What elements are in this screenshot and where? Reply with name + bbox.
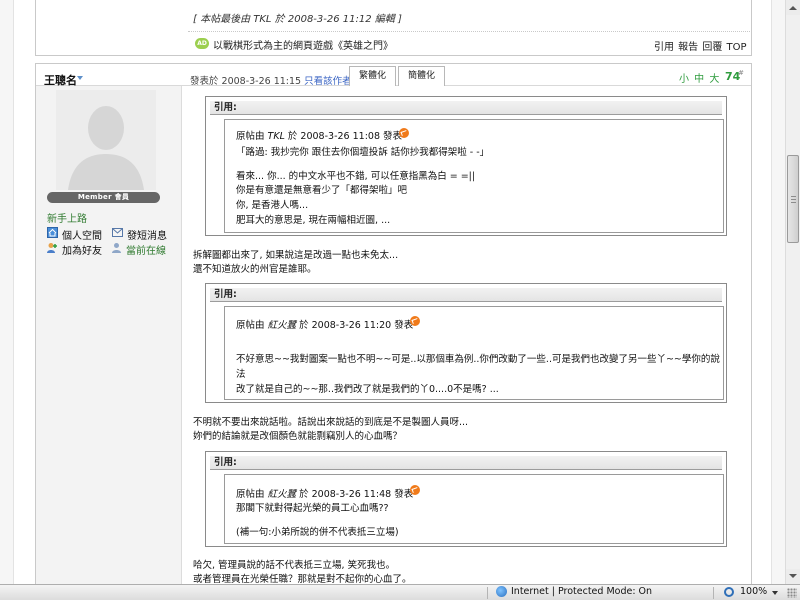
scroll-thumb[interactable] <box>787 155 799 243</box>
post-actions[interactable]: 引用 報告 回覆 TOP <box>654 38 747 53</box>
zoom-icon[interactable] <box>724 587 734 597</box>
quote-line: 看來... 你... 的中文水平也不錯, 可以任意指黑為白 = =|| <box>236 171 476 182</box>
security-zone[interactable]: Internet | Protected Mode: On <box>511 586 652 597</box>
resize-grip-icon[interactable] <box>787 588 797 598</box>
signature-divider <box>188 31 750 32</box>
post-body-line: 拆解圖都出來了, 如果說這是改過一點也未免太... <box>193 250 399 261</box>
edit-note: [ 本帖最後由 TKL 於 2008-3-26 11:12 編輯 ] <box>193 14 402 25</box>
quote-line: 你, 是香港人嗎... <box>236 200 309 211</box>
ad-badge: AD <box>195 38 209 49</box>
quote-meta-time: 於 2008-3-26 11:20 發表 <box>299 320 414 331</box>
return-to-post-icon[interactable] <box>410 485 420 495</box>
chevron-up-icon <box>789 6 797 10</box>
chevron-down-icon <box>789 574 797 578</box>
quote-author: 紅火蠶 <box>267 489 297 500</box>
right-rail <box>771 0 785 584</box>
only-author-link[interactable]: 只看該作者 <box>304 76 352 87</box>
online-status: 當前在線 <box>126 246 166 257</box>
message-icon[interactable] <box>112 227 123 238</box>
send-message-link[interactable]: 發短消息 <box>127 227 167 242</box>
quote-meta-prefix: 原帖由 <box>236 320 265 331</box>
post-body-line: 哈欠, 管理員說的話不代表抵三立場, 笑死我也。 <box>193 560 396 571</box>
quote-meta-time: 於 2008-3-26 11:48 發表 <box>299 489 414 500</box>
post-time: 發表於 2008-3-26 11:15 只看該作者 <box>190 73 352 87</box>
quote-meta-prefix: 原帖由 <box>236 131 265 142</box>
quote-line: 法 <box>236 369 246 380</box>
status-divider <box>487 587 488 599</box>
quote-meta: 原帖由 紅火蠶 於 2008-3-26 11:48 發表 <box>236 486 413 500</box>
vertical-scrollbar[interactable] <box>785 0 800 584</box>
quote-author: TKL <box>267 131 285 142</box>
post-body-line: 或者管理員在光榮任職？那就是對不起你的心血了。 <box>193 574 412 584</box>
quote-line: 那閣下就對得起光榮的員工心血嗎?? <box>236 503 389 514</box>
quote-line: 你是有意還是無意看少了「都得架啦」吧 <box>236 185 408 196</box>
online-user-icon <box>112 243 121 253</box>
grip-line <box>791 202 796 203</box>
chevron-down-icon[interactable] <box>772 591 778 595</box>
personal-space-link[interactable]: 個人空間 <box>62 227 102 242</box>
traditional-button[interactable]: 繁體化 <box>349 66 396 86</box>
quote-line: 「路過: 我抄完你 跟住去你個壇投訴 話你抄我都得架啦 - -」 <box>236 147 490 158</box>
font-size-controls[interactable]: 小 中 大 <box>679 70 720 85</box>
quote-line: 肥耳大的意思是, 現在兩幅相近圖, ... <box>236 215 391 226</box>
quote-label: 引用: <box>210 288 722 302</box>
status-divider <box>713 587 714 599</box>
chevron-down-icon[interactable] <box>77 76 83 80</box>
browser-viewport: [ 本帖最後由 TKL 於 2008-3-26 11:12 編輯 ] AD 以戰… <box>0 0 785 584</box>
add-friend-icon[interactable] <box>47 242 58 253</box>
quote-meta-prefix: 原帖由 <box>236 489 265 500</box>
quote-meta-time: 於 2008-3-26 11:08 發表 <box>287 131 403 142</box>
post-body-line: 還不知道放火的州官是誰耶。 <box>193 264 317 275</box>
quote-line: 不好意思~~我對圖案一點也不明~~可是..以那個車為例..你們改動了一些..可是… <box>236 354 720 365</box>
author-username[interactable]: 王聰名 <box>44 72 77 88</box>
quote-line: 改了就是自己的~~那..我們改了就是我們的丫0....0不是嗎? ... <box>236 384 499 395</box>
quote-label: 引用: <box>210 101 722 115</box>
return-to-post-icon[interactable] <box>399 128 409 138</box>
add-friend-link[interactable]: 加為好友 <box>62 242 102 257</box>
avatar-silhouette-icon <box>56 90 156 190</box>
simplified-button[interactable]: 簡體化 <box>398 66 445 86</box>
grip-line <box>791 196 796 197</box>
signature-link[interactable]: 以戰棋形式為主的網頁遊戲《英雄之門》 <box>213 37 393 52</box>
grip-line <box>791 199 796 200</box>
avatar[interactable] <box>56 90 156 190</box>
quote-meta: 原帖由 TKL 於 2008-3-26 11:08 發表 <box>236 128 402 142</box>
floor-symbol: # <box>738 69 744 77</box>
rank-title: 新手上路 <box>47 214 87 225</box>
quote-line: (補一句:小弟所說的併不代表抵三立場) <box>236 527 399 538</box>
post-time-text: 發表於 2008-3-26 11:15 <box>190 76 302 87</box>
home-icon[interactable] <box>47 227 58 238</box>
scroll-up-button[interactable] <box>786 0 800 15</box>
scroll-down-button[interactable] <box>786 569 800 584</box>
previous-post-footer <box>35 0 752 56</box>
return-to-post-icon[interactable] <box>410 316 420 326</box>
zoom-level[interactable]: 100% <box>740 586 767 597</box>
rank-badge: Member 會員 <box>47 192 160 203</box>
post-body-line: 不明就不要出來說話啦。話說出來說話的到底是不是製圖人員呀... <box>193 417 469 428</box>
left-rail <box>0 0 14 584</box>
status-bar <box>0 584 800 600</box>
post-body-line: 妳們的結論就是改個顏色就能剽竊別人的心血嗎？ <box>193 431 403 442</box>
quote-author: 紅火蠶 <box>267 320 297 331</box>
quote-label: 引用: <box>210 456 722 470</box>
globe-icon <box>496 586 507 597</box>
quote-meta: 原帖由 紅火蠶 於 2008-3-26 11:20 發表 <box>236 317 413 331</box>
